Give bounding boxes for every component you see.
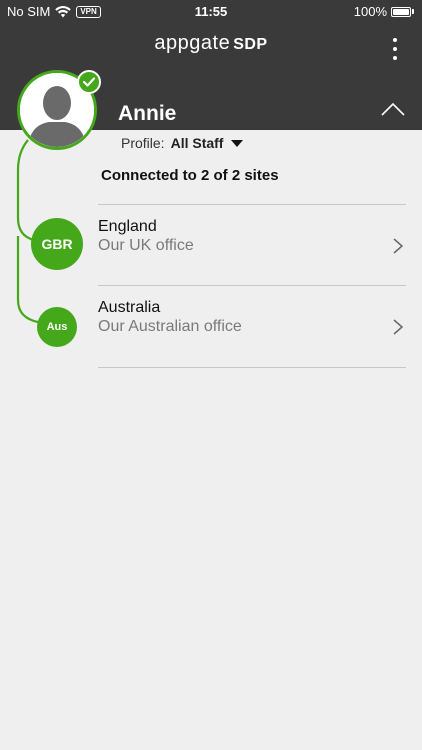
status-right: 100% xyxy=(354,4,414,19)
divider xyxy=(98,367,406,368)
site-badge: GBR xyxy=(31,218,83,270)
connected-check-badge xyxy=(77,70,101,94)
brand-suffix: SDP xyxy=(233,36,268,53)
brand-word: appgate xyxy=(154,32,231,54)
caret-down-icon[interactable] xyxy=(231,139,244,147)
site-description: Our Australian office xyxy=(98,318,242,335)
site-row-australia[interactable]: Aus Australia Our Australian office xyxy=(0,291,422,361)
chevron-right-icon xyxy=(393,319,404,335)
site-row-england[interactable]: GBR England Our UK office xyxy=(0,210,422,280)
site-description: Our UK office xyxy=(98,237,194,254)
more-vertical-icon xyxy=(393,47,397,51)
profile-selector[interactable]: Profile: All Staff xyxy=(121,135,244,151)
status-bar: No SIM VPN 11:55 100% xyxy=(0,0,422,22)
divider xyxy=(98,285,406,286)
site-name: Australia xyxy=(98,299,161,316)
profile-value: All Staff xyxy=(170,135,224,151)
connection-summary: Connected to 2 of 2 sites xyxy=(101,167,279,184)
site-badge: Aus xyxy=(37,307,77,347)
more-menu-button[interactable] xyxy=(388,38,402,60)
profile-label: Profile: xyxy=(121,135,165,151)
chevron-right-icon xyxy=(393,238,404,254)
battery-tip xyxy=(412,9,414,14)
more-vertical-icon xyxy=(393,56,397,60)
chevron-up-icon[interactable] xyxy=(380,100,406,120)
check-icon xyxy=(82,77,96,87)
divider xyxy=(98,204,406,205)
user-name: Annie xyxy=(118,102,177,125)
more-vertical-icon xyxy=(393,38,397,42)
battery-fill xyxy=(393,8,409,15)
site-name: England xyxy=(98,218,157,235)
battery-icon xyxy=(391,6,411,17)
brand-logo: appgate SDP xyxy=(0,32,422,55)
battery-percent: 100% xyxy=(353,4,387,19)
